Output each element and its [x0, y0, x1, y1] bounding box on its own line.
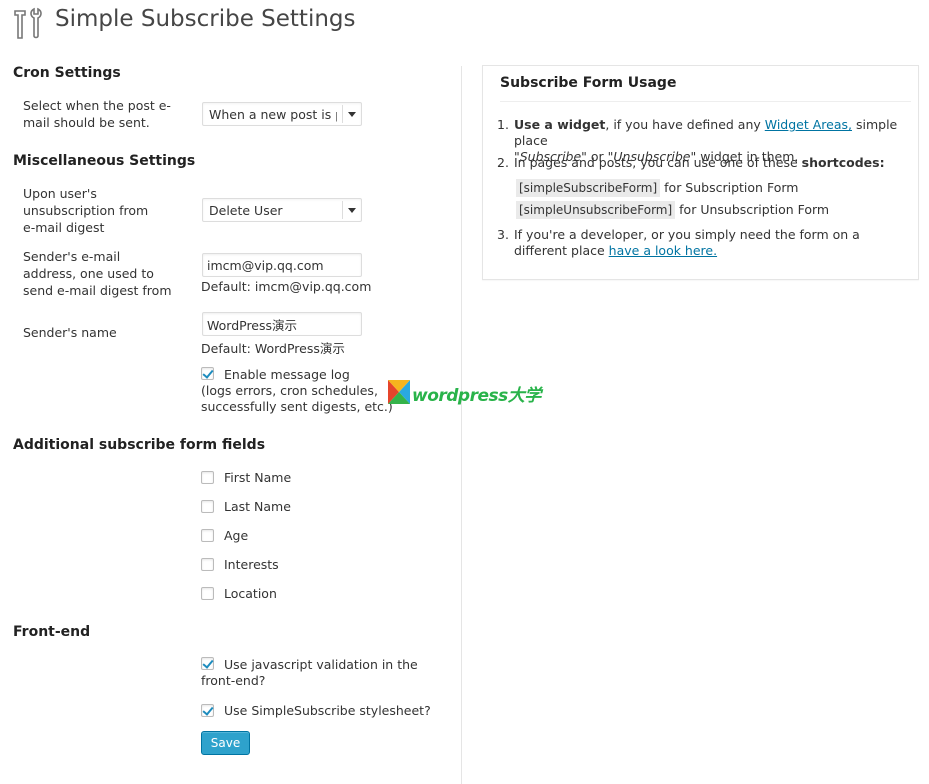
- shortcode-subscribe: [simpleSubscribeForm]: [516, 179, 661, 197]
- first-name-label: First Name: [224, 470, 292, 485]
- usage-widget-bold: Use a widget: [514, 117, 606, 132]
- usage-shortcodes-bold: shortcodes:: [801, 155, 885, 170]
- usage-item-number: 2.: [497, 155, 509, 170]
- usage-item-number: 1.: [497, 117, 509, 132]
- stylesheet-label: Use SimpleSubscribe stylesheet?: [224, 703, 431, 718]
- first-name-checkbox[interactable]: [201, 471, 214, 484]
- usage-text: for Unsubscription Form: [675, 202, 830, 217]
- widget-areas-link[interactable]: Widget Areas,: [765, 117, 852, 132]
- stylesheet-checkbox[interactable]: [201, 704, 214, 717]
- unsubscribe-label: Upon user's unsubscription from e-mail d…: [23, 186, 149, 235]
- usage-divider: [500, 101, 911, 102]
- wordpress-daxue-logo-icon: [388, 380, 410, 404]
- last-name-checkbox[interactable]: [201, 500, 214, 513]
- age-label: Age: [224, 528, 249, 543]
- watermark-text: wordpress大学: [412, 386, 541, 406]
- save-button[interactable]: Save: [201, 731, 250, 755]
- message-log-checkbox[interactable]: [201, 367, 214, 380]
- interests-checkbox[interactable]: [201, 558, 214, 571]
- chevron-down-icon: [342, 105, 361, 123]
- usage-item-number: 3.: [497, 227, 509, 242]
- usage-item-developer: If you're a developer, or you simply nee…: [514, 227, 904, 259]
- usage-text: , if you have defined any: [605, 117, 765, 132]
- sender-name-default: Default: WordPress演示: [201, 341, 345, 356]
- tools-icon: [14, 7, 42, 39]
- cron-label: Select when the post e-mail should be se…: [23, 98, 171, 130]
- page-title: Simple Subscribe Settings: [55, 6, 356, 32]
- interests-label: Interests: [224, 557, 279, 572]
- usage-title: Subscribe Form Usage: [500, 75, 677, 91]
- column-divider: [461, 66, 462, 784]
- shortcode-subscribe-row: [simpleSubscribeForm] for Subscription F…: [516, 179, 799, 197]
- last-name-label: Last Name: [224, 499, 291, 514]
- usage-text: for Subscription Form: [660, 180, 799, 195]
- unsubscribe-select-value: Delete User: [209, 203, 283, 218]
- js-validation-label: Use javascript validation in the front-e…: [201, 657, 418, 688]
- unsubscribe-select[interactable]: Delete User: [202, 198, 362, 222]
- frontend-heading: Front-end: [13, 624, 91, 640]
- usage-item-shortcodes: In pages and posts, you can use one of t…: [514, 155, 885, 171]
- sender-email-default: Default: imcm@vip.qq.com: [201, 279, 372, 294]
- sender-email-label: Sender's e-mail address, one used to sen…: [23, 249, 172, 298]
- usage-text: In pages and posts, you can use one of t…: [514, 155, 802, 170]
- additional-fields-heading: Additional subscribe form fields: [13, 437, 266, 453]
- cron-select[interactable]: When a new post is pu: [202, 102, 362, 126]
- sender-name-input[interactable]: [202, 312, 362, 336]
- misc-settings-heading: Miscellaneous Settings: [13, 153, 196, 169]
- shortcode-unsubscribe-row: [simpleUnsubscribeForm] for Unsubscripti…: [516, 201, 830, 219]
- have-a-look-link[interactable]: have a look here.: [609, 243, 717, 258]
- shortcode-unsubscribe: [simpleUnsubscribeForm]: [516, 201, 676, 219]
- cron-settings-heading: Cron Settings: [13, 65, 121, 81]
- sender-name-label: Sender's name: [23, 325, 117, 340]
- chevron-down-icon: [342, 201, 361, 219]
- location-checkbox[interactable]: [201, 587, 214, 600]
- sender-email-input[interactable]: [202, 253, 362, 277]
- age-checkbox[interactable]: [201, 529, 214, 542]
- location-label: Location: [224, 586, 277, 601]
- message-log-label: Enable message log: [224, 367, 350, 382]
- cron-select-value: When a new post is pu: [209, 107, 337, 122]
